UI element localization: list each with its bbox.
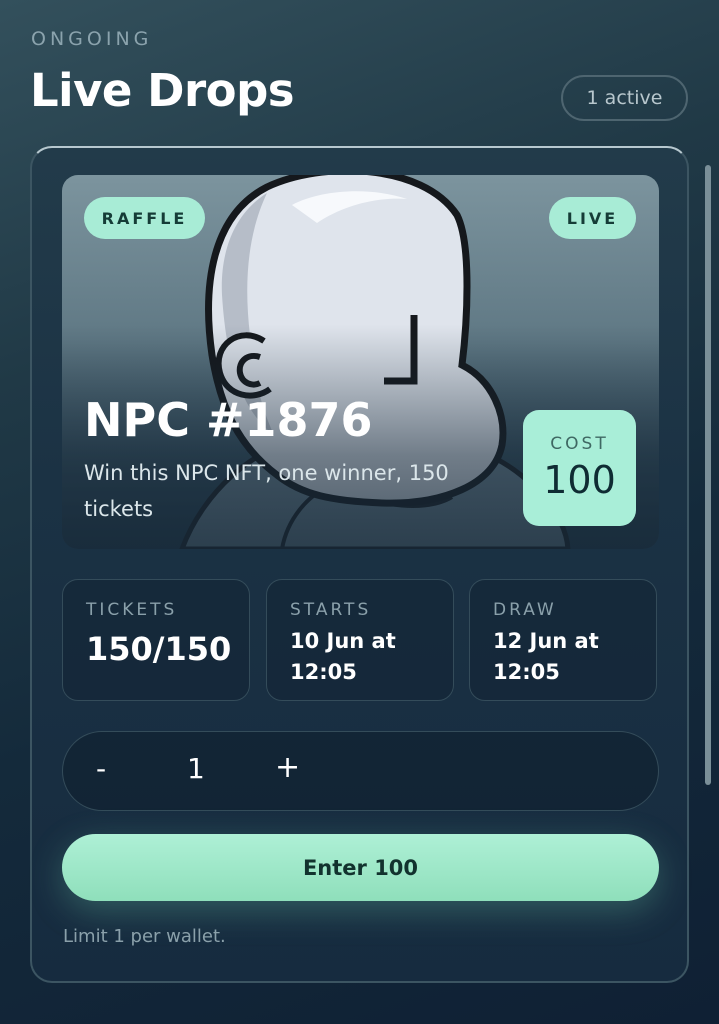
decrement-button[interactable]: - xyxy=(96,752,106,785)
draw-value: 12 Jun at 12:05 xyxy=(493,629,599,684)
page-title: Live Drops xyxy=(30,64,295,117)
section-eyebrow: ONGOING xyxy=(31,28,153,50)
starts-stat: STARTS 10 Jun at 12:05 xyxy=(266,579,454,701)
nft-title: NPC #1876 xyxy=(84,393,373,447)
active-count-badge: 1 active xyxy=(561,75,688,121)
limit-note: Limit 1 per wallet. xyxy=(63,926,226,947)
nft-description: Win this NPC NFT, one winner, 150 ticket… xyxy=(84,461,449,521)
cost-value: 100 xyxy=(543,458,616,502)
tickets-label: TICKETS xyxy=(86,600,178,620)
starts-label: STARTS xyxy=(290,600,372,620)
starts-value: 10 Jun at 12:05 xyxy=(290,629,396,684)
raffle-tag: RAFFLE xyxy=(84,197,205,239)
drop-card: RAFFLE LIVE NPC #1876 Win this NPC NFT, … xyxy=(30,146,689,983)
increment-button[interactable]: + xyxy=(275,750,300,785)
quantity-stepper: - 1 + xyxy=(62,731,659,811)
cost-box: COST 100 xyxy=(523,410,636,526)
live-status-badge: LIVE xyxy=(549,197,636,239)
tickets-value: 150/150 xyxy=(86,630,232,668)
enter-button[interactable]: Enter 100 xyxy=(62,834,659,901)
quantity-value: 1 xyxy=(187,752,205,785)
drop-hero: RAFFLE LIVE NPC #1876 Win this NPC NFT, … xyxy=(62,175,659,549)
draw-stat: DRAW 12 Jun at 12:05 xyxy=(469,579,657,701)
cost-label: COST xyxy=(550,434,609,454)
tickets-stat: TICKETS 150/150 xyxy=(62,579,250,701)
scrollbar[interactable] xyxy=(705,165,711,785)
draw-label: DRAW xyxy=(493,600,557,620)
